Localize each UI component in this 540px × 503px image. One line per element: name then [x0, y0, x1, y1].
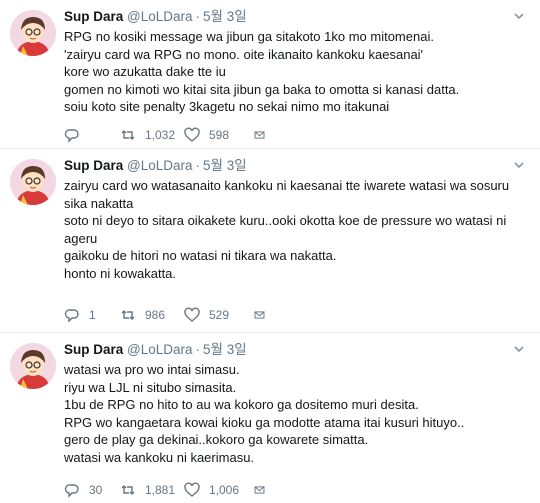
tweet-line: soto ni deyo to sitara oikakete kuru..oo… — [64, 213, 507, 246]
avatar[interactable] — [10, 343, 56, 389]
dm-button[interactable] — [254, 482, 274, 498]
timestamp[interactable]: 5월 3일 — [203, 9, 247, 24]
tweet-actions: 1,032 598 — [64, 126, 274, 144]
like-button[interactable]: 529 — [184, 307, 254, 323]
envelope-icon — [254, 486, 265, 494]
avatar[interactable] — [10, 159, 56, 205]
dm-button[interactable] — [254, 307, 274, 323]
tweet-header: Sup Dara @LoLDara · 5월 3일 — [64, 340, 526, 359]
reply-icon — [64, 129, 79, 143]
like-count: 529 — [209, 308, 230, 322]
tweet-text: zairyu card wo watasanaito kankoku ni ka… — [64, 177, 526, 283]
chevron-down-icon[interactable] — [512, 342, 526, 356]
envelope-icon — [254, 311, 265, 319]
reply-icon — [64, 309, 79, 323]
retweet-icon — [121, 310, 135, 320]
heart-icon — [184, 307, 200, 322]
tweet-text: watasi wa pro wo intai simasu. riyu wa L… — [64, 361, 526, 467]
user-handle[interactable]: @LoLDara — [127, 158, 193, 173]
tweet[interactable]: Sup Dara @LoLDara · 5월 3일 RPG no kosiki me… — [0, 0, 540, 149]
chevron-down-icon[interactable] — [512, 158, 526, 172]
chevron-down-icon[interactable] — [512, 9, 526, 23]
retweet-count: 1,881 — [145, 483, 176, 497]
retweet-button[interactable]: 1,032 — [120, 127, 184, 143]
tweet[interactable]: Sup Dara @LoLDara · 5월 3일 zairyu card wo w… — [0, 149, 540, 333]
user-handle[interactable]: @LoLDara — [127, 342, 193, 357]
user-handle[interactable]: @LoLDara — [127, 9, 193, 24]
avatar[interactable] — [10, 10, 56, 56]
tweet-text: RPG no kosiki message wa jibun ga sitako… — [64, 28, 526, 116]
display-name[interactable]: Sup Dara — [64, 9, 123, 24]
display-name[interactable]: Sup Dara — [64, 158, 123, 173]
tweet-line: RPG wo kangaetara kowai kioku ga modotte… — [64, 414, 465, 430]
dm-button[interactable] — [254, 127, 274, 143]
tweet-line: honto ni kowakatta. — [64, 265, 177, 281]
tweet-actions: 1 986 529 — [64, 306, 274, 324]
reply-button[interactable] — [64, 127, 120, 143]
timestamp[interactable]: 5월 3일 — [203, 342, 247, 357]
heart-icon — [184, 482, 200, 497]
timestamp[interactable]: 5월 3일 — [203, 158, 247, 173]
tweet-line: gaikoku de hitori no watasi ni tikara wa… — [64, 248, 337, 264]
tweet-line: watasi wa pro wo intai simasu. — [64, 362, 240, 377]
tweet-feed: Sup Dara @LoLDara · 5월 3일 RPG no kosiki me… — [0, 0, 540, 503]
like-button[interactable]: 1,006 — [184, 482, 254, 498]
retweet-button[interactable]: 1,881 — [120, 482, 184, 498]
tweet-line: kore wo azukatta dake tte iu — [64, 64, 226, 80]
display-name[interactable]: Sup Dara — [64, 342, 123, 357]
like-button[interactable]: 598 — [184, 127, 254, 143]
separator-dot: · — [195, 342, 201, 357]
reply-count: 1 — [89, 308, 96, 322]
tweet-line: watasi wa kankoku ni kaerimasu. — [64, 449, 255, 465]
tweet-line: gomen no kimoti wo kitai sita jibun ga b… — [64, 81, 460, 97]
reply-count: 30 — [89, 483, 103, 497]
reply-button[interactable]: 30 — [64, 482, 120, 498]
tweet-actions: 30 1,881 1,006 — [64, 481, 274, 499]
tweet-line: RPG no kosiki message wa jibun ga sitako… — [64, 29, 434, 44]
separator-dot: · — [195, 158, 201, 173]
tweet-line: zairyu card wo watasanaito kankoku ni ka… — [64, 178, 510, 211]
retweet-button[interactable]: 986 — [120, 307, 184, 323]
heart-icon — [184, 127, 200, 142]
tweet[interactable]: Sup Dara @LoLDara · 5월 3일 watasi wa pro wo… — [0, 333, 540, 503]
tweet-line: 1bu de RPG no hito to au wa kokoro ga do… — [64, 397, 419, 413]
separator-dot: · — [195, 9, 201, 24]
tweet-line: gero de play ga dekinai..kokoro ga kowar… — [64, 432, 369, 448]
like-count: 1,006 — [209, 483, 240, 497]
reply-icon — [64, 484, 79, 498]
retweet-icon — [121, 485, 135, 495]
tweet-line: soiu koto site penalty 3kagetu no sekai … — [64, 99, 390, 115]
like-count: 598 — [209, 128, 230, 142]
retweet-count: 1,032 — [145, 128, 176, 142]
retweet-count: 986 — [145, 308, 166, 322]
reply-button[interactable]: 1 — [64, 307, 120, 323]
tweet-header: Sup Dara @LoLDara · 5월 3일 — [64, 7, 526, 26]
tweet-line: 'zairyu card wa RPG no mono. oite ikanai… — [64, 46, 424, 62]
tweet-line: riyu wa LJL ni situbo simasita. — [64, 379, 237, 395]
envelope-icon — [254, 131, 265, 139]
tweet-header: Sup Dara @LoLDara · 5월 3일 — [64, 156, 526, 175]
retweet-icon — [121, 130, 135, 140]
